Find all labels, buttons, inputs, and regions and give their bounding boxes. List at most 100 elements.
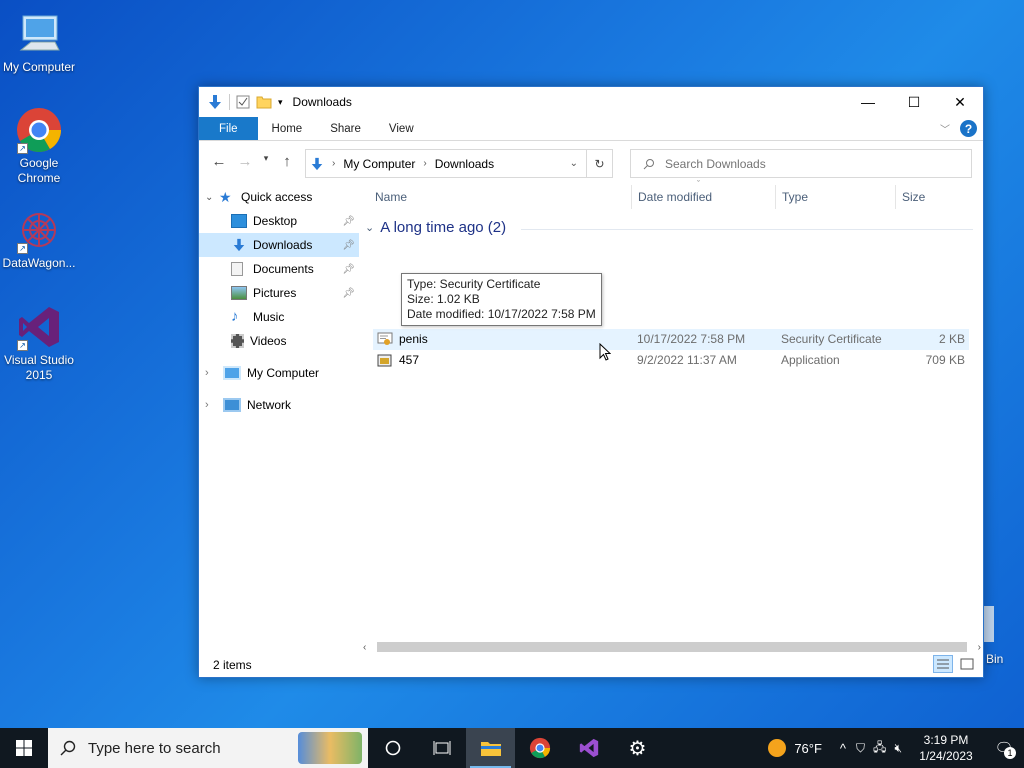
desktop-icon-chrome[interactable]: ↗ Google Chrome (0, 106, 78, 186)
taskbar-file-explorer[interactable] (466, 728, 515, 768)
weather-temp[interactable]: 76°F (794, 741, 822, 756)
nav-label: Network (247, 398, 292, 412)
desktop-icon-label: My Computer (2, 60, 76, 74)
address-dropdown-icon[interactable]: ⌄ (570, 158, 578, 169)
weather-sun-icon[interactable] (768, 739, 787, 757)
nav-quick-access[interactable]: ⌄ ★ Quick access (199, 185, 359, 209)
help-button[interactable]: ? (960, 120, 977, 137)
nav-item-downloads[interactable]: Downloads 📌︎ (199, 233, 359, 257)
recycle-bin-label[interactable]: Bin (986, 652, 1003, 666)
volume-muted-icon[interactable]: 🔇︎ (894, 741, 902, 756)
sort-indicator-icon: ˇ (697, 179, 700, 189)
collapse-chevron-icon[interactable]: › (205, 399, 223, 411)
title-bar[interactable]: ▾ Downloads — ☐ ✕ (199, 87, 983, 117)
collapse-chevron-icon[interactable]: › (205, 367, 223, 379)
visual-studio-icon: ↗ (15, 303, 63, 351)
file-row[interactable]: 457 9/2/2022 11:37 AM Application 709 KB (373, 350, 969, 371)
separator (229, 94, 230, 110)
pin-icon[interactable]: 📌︎ (342, 240, 355, 251)
file-size: 709 KB (925, 353, 965, 367)
nav-item-music[interactable]: ♪ Music (199, 305, 359, 329)
recent-locations-icon[interactable]: ▾ (259, 153, 273, 170)
explorer-window: ▾ Downloads — ☐ ✕ File Home Share View ﹀… (198, 86, 984, 678)
address-row: ← → ▾ ↑ › My Computer › Downloads ⌄ ↻ (199, 141, 983, 185)
up-button[interactable]: ↑ (275, 153, 299, 170)
clock[interactable]: 3:19 PM 1/24/2023 (908, 732, 984, 764)
taskbar-visual-studio[interactable] (564, 728, 613, 768)
gear-icon: ⚙ (628, 737, 647, 760)
pin-icon[interactable]: 📌︎ (342, 216, 355, 227)
cortana-circle-icon (385, 740, 400, 756)
file-tooltip: Type: Security Certificate Size: 1.02 KB… (401, 273, 602, 326)
taskbar-search-placeholder: Type here to search (88, 739, 221, 757)
shortcut-arrow-icon: ↗ (17, 243, 28, 254)
desktop-folder-icon (231, 214, 247, 228)
large-icons-view-button[interactable] (957, 655, 977, 673)
search-input[interactable] (665, 156, 945, 171)
search-box[interactable] (630, 149, 972, 178)
file-date: 10/17/2022 7:58 PM (637, 332, 746, 346)
documents-icon (231, 262, 243, 276)
column-date-modified[interactable]: Date modified (631, 185, 775, 209)
breadcrumb-my-computer[interactable]: My Computer (343, 157, 415, 171)
taskbar-settings[interactable]: ⚙ (613, 728, 662, 768)
file-row[interactable]: penis 10/17/2022 7:58 PM Security Certif… (373, 329, 969, 350)
forward-button[interactable]: → (233, 153, 257, 170)
group-collapse-icon[interactable]: ⌄ (365, 221, 374, 234)
tab-home[interactable]: Home (258, 117, 317, 140)
tab-file[interactable]: File (199, 117, 258, 140)
nav-item-videos[interactable]: Videos (199, 329, 359, 353)
nav-item-desktop[interactable]: Desktop 📌︎ (199, 209, 359, 233)
group-header[interactable]: ⌄ A long time ago (2) (365, 219, 506, 236)
close-button[interactable]: ✕ (937, 87, 983, 117)
desktop-icon-datawagon[interactable]: ↗ DataWagon... (0, 206, 78, 271)
security-icon[interactable]: ⛉ (856, 741, 865, 756)
group-divider (521, 229, 973, 230)
show-hidden-icons-chevron-icon[interactable]: ^ (840, 741, 846, 756)
tab-share[interactable]: Share (316, 117, 375, 140)
column-type[interactable]: Type (775, 185, 895, 209)
pin-icon[interactable]: 📌︎ (342, 288, 355, 299)
action-center-button[interactable]: 🗨︎ 1 (984, 739, 1024, 759)
timeline-button[interactable] (417, 728, 466, 768)
customize-qa-dropdown-icon[interactable]: ▾ (278, 97, 283, 108)
minimize-button[interactable]: — (845, 87, 891, 117)
large-icons-view-icon (960, 658, 974, 670)
tab-view[interactable]: View (375, 117, 428, 140)
desktop-icon-visual-studio[interactable]: ↗ Visual Studio 2015 (0, 303, 78, 383)
nav-item-pictures[interactable]: Pictures 📌︎ (199, 281, 359, 305)
back-button[interactable]: ← (207, 153, 231, 170)
nav-my-computer[interactable]: › My Computer (199, 361, 359, 385)
file-name: 457 (399, 353, 420, 367)
file-type: Security Certificate (781, 332, 882, 346)
network-status-icon[interactable]: 🖧︎ (873, 738, 886, 759)
maximize-button[interactable]: ☐ (891, 87, 937, 117)
column-name[interactable]: Name (369, 185, 625, 209)
nav-item-documents[interactable]: Documents 📌︎ (199, 257, 359, 281)
address-bar[interactable]: › My Computer › Downloads ⌄ (305, 149, 587, 178)
refresh-button[interactable]: ↻ (587, 149, 613, 178)
taskbar-chrome[interactable] (515, 728, 564, 768)
scroll-right-icon[interactable]: › (978, 642, 981, 653)
expand-chevron-icon[interactable]: ⌄ (205, 192, 219, 203)
nav-label: Videos (250, 334, 287, 348)
taskbar-search-box[interactable]: Type here to search (48, 728, 368, 768)
search-highlight-icon (298, 732, 362, 764)
column-size[interactable]: Size (895, 185, 975, 209)
new-folder-icon[interactable] (256, 95, 272, 109)
pin-icon[interactable]: 📌︎ (342, 264, 355, 275)
scroll-thumb[interactable] (377, 642, 967, 652)
expand-ribbon-icon[interactable]: ﹀ (940, 121, 950, 136)
properties-checkbox-icon[interactable] (236, 95, 250, 109)
details-view-button[interactable] (933, 655, 953, 673)
breadcrumb-downloads[interactable]: Downloads (435, 157, 494, 171)
task-view-button[interactable] (368, 728, 417, 768)
nav-label: Pictures (253, 286, 297, 300)
desktop-icon-my-computer[interactable]: My Computer (0, 10, 78, 75)
item-count: 2 items (213, 658, 252, 672)
notification-count-badge: 1 (1004, 747, 1016, 759)
scroll-left-icon[interactable]: ‹ (363, 642, 366, 653)
start-button[interactable] (0, 728, 48, 768)
pictures-icon (231, 286, 247, 300)
nav-network[interactable]: › Network (199, 393, 359, 417)
